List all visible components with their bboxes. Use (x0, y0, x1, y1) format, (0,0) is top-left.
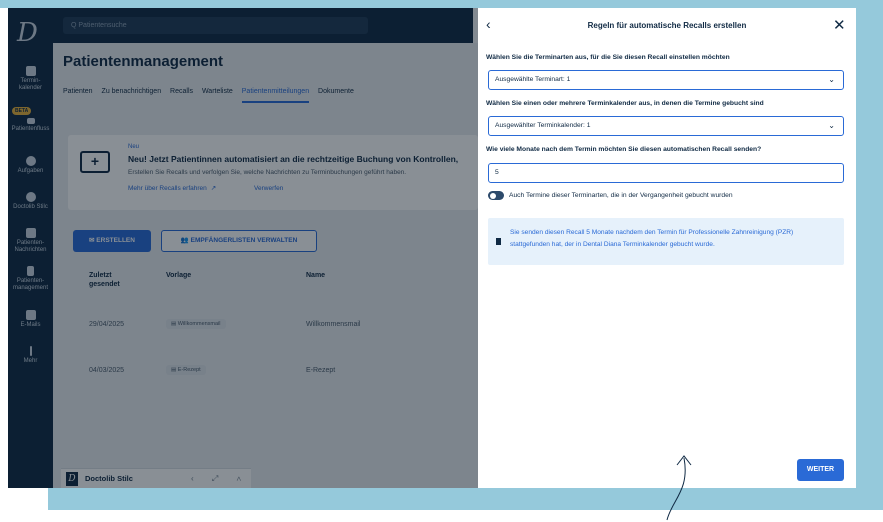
recall-rules-panel: ‹ Regeln für automatische Recalls erstel… (478, 8, 856, 488)
appointment-type-select-value: Ausgewählte Terminart: 1 (495, 76, 571, 83)
info-icon (496, 238, 501, 245)
months-input[interactable]: 5 (488, 163, 844, 183)
modal-backdrop[interactable] (8, 8, 478, 488)
question-appointment-types: Wählen Sie die Terminarten aus, für die … (486, 54, 730, 61)
decorative-background-top (0, 0, 883, 8)
app-window: D Termin-kalender BETA Patientenfluss Au… (8, 8, 856, 488)
next-button[interactable]: WEITER (797, 459, 844, 481)
recall-summary-text: Sie senden diesen Recall 5 Monate nachde… (510, 229, 794, 248)
decorative-background-bottom (48, 488, 883, 510)
question-calendars: Wählen Sie einen oder mehrere Terminkale… (486, 100, 764, 107)
toggle-knob (490, 192, 496, 199)
appointment-type-select[interactable]: Ausgewählte Terminart: 1 ⌄ (488, 70, 844, 90)
calendar-select[interactable]: Ausgewählter Terminkalender: 1 ⌄ (488, 116, 844, 136)
toggle-label: Auch Termine dieser Terminarten, die in … (509, 192, 733, 199)
panel-title: Regeln für automatische Recalls erstelle… (587, 21, 747, 30)
recall-summary-info-box: Sie senden diesen Recall 5 Monate nachde… (488, 218, 844, 265)
question-months: Wie viele Monate nach dem Termin möchten… (486, 146, 762, 153)
close-icon[interactable]: ✕ (833, 16, 846, 34)
past-appointments-toggle[interactable] (488, 191, 504, 200)
chevron-down-icon: ⌄ (828, 75, 835, 84)
chevron-down-icon: ⌄ (828, 121, 835, 130)
decorative-background-right (856, 0, 883, 510)
calendar-select-value: Ausgewählter Terminkalender: 1 (495, 122, 591, 129)
